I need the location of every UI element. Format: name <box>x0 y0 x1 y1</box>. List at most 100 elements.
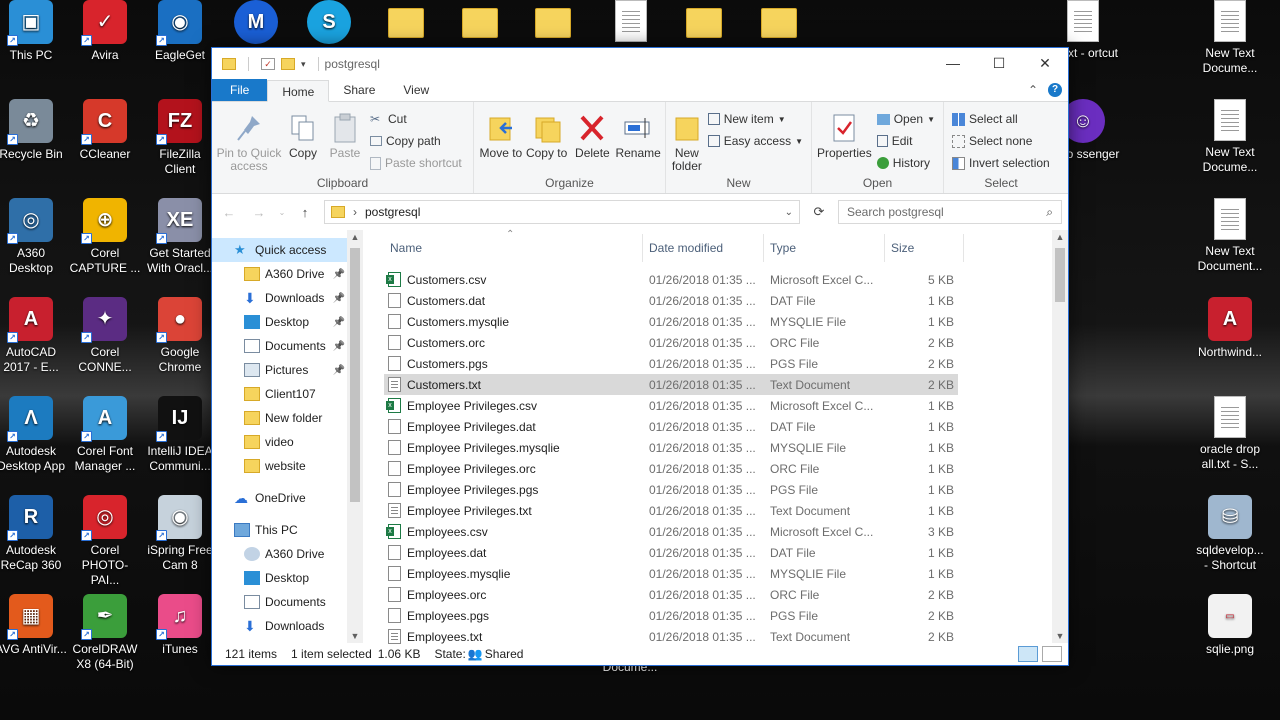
file-row[interactable]: Customers.mysqlie 01/26/2018 01:35 ... MYS… <box>384 311 958 332</box>
file-row[interactable]: Employees.csv 01/26/2018 01:35 ... Microso… <box>384 521 958 542</box>
desktop-icon[interactable]: R ↗ Autodesk ReCap 360 <box>0 495 68 573</box>
nav-item[interactable]: ☁ OneDrive <box>212 486 363 510</box>
help-icon[interactable]: ? <box>1048 83 1062 97</box>
desktop-icon[interactable]: C ↗ CCleaner <box>68 99 142 162</box>
address-bar[interactable]: › postgresql ⌄ <box>324 200 800 224</box>
desktop-icon[interactable]: New Text Document... <box>1193 198 1267 274</box>
up-arrow-icon[interactable]: ↑ <box>294 205 316 220</box>
nav-item[interactable]: Desktop <box>212 566 363 590</box>
select-none-button[interactable]: Select none <box>952 132 1050 150</box>
desktop-icon[interactable]: ✒ ↗ CorelDRAW X8 (64-Bit) <box>68 594 142 672</box>
recent-locations-icon[interactable]: ⌄ <box>278 208 286 217</box>
desktop-icon[interactable]: ⊕ ↗ Corel CAPTURE ... <box>68 198 142 276</box>
file-row[interactable]: Employee Privileges.txt 01/26/2018 01:35 … <box>384 500 958 521</box>
nav-item[interactable]: website <box>212 454 363 478</box>
address-dropdown-icon[interactable]: ⌄ <box>785 207 793 218</box>
scroll-down-icon[interactable]: ▼ <box>347 631 363 641</box>
edit-button[interactable]: Edit <box>876 132 935 150</box>
desktop-icon[interactable] <box>443 0 517 42</box>
refresh-icon[interactable]: ⟳ <box>808 204 830 220</box>
maximize-button[interactable]: ☐ <box>976 48 1022 78</box>
desktop-icon[interactable] <box>594 0 668 46</box>
tab-home[interactable]: Home <box>267 80 330 102</box>
history-button[interactable]: History <box>876 154 935 172</box>
breadcrumb[interactable]: postgresql <box>365 205 420 219</box>
file-row[interactable]: Employees.dat 01/26/2018 01:35 ... DAT Fil… <box>384 542 958 563</box>
nav-scrollbar[interactable]: ▲ ▼ <box>347 230 363 643</box>
list-scrollbar[interactable]: ▲ ▼ <box>1052 230 1068 643</box>
desktop-icon[interactable]: ◎ ↗ Corel PHOTO-PAI... <box>68 495 142 588</box>
minimize-button[interactable]: — <box>930 48 976 78</box>
nav-item[interactable]: Desktop 📌 <box>212 310 363 334</box>
open-button[interactable]: Open ▼ <box>876 110 935 128</box>
file-row[interactable]: Employee Privileges.orc 01/26/2018 01:35 … <box>384 458 958 479</box>
desktop-icon[interactable]: ▭ sqlie.png <box>1193 594 1267 657</box>
nav-item[interactable]: Client107 <box>212 382 363 406</box>
nav-item[interactable]: Pictures 📌 <box>212 358 363 382</box>
pin-icon[interactable]: 📌 <box>333 269 345 280</box>
desktop-icon[interactable]: ● ↗ Google Chrome <box>143 297 217 375</box>
tab-file[interactable]: File <box>212 79 268 101</box>
file-row[interactable]: Customers.dat 01/26/2018 01:35 ... DAT Fil… <box>384 290 958 311</box>
desktop-icon[interactable]: ♻ ↗ Recycle Bin <box>0 99 68 162</box>
scroll-down-icon[interactable]: ▼ <box>1052 631 1068 641</box>
nav-item[interactable]: ⬇ Downloads <box>212 614 363 638</box>
desktop-icon[interactable]: FZ ↗ FileZilla Client <box>143 99 217 177</box>
new-folder-qa-icon[interactable] <box>281 58 295 70</box>
customize-qa-icon[interactable]: ▾ <box>301 59 306 70</box>
properties-qa-icon[interactable]: ✓ <box>261 58 275 70</box>
desktop-icon[interactable]: A ↗ AutoCAD 2017 - E... <box>0 297 68 375</box>
cut-button[interactable]: ✂ Cut <box>370 110 462 128</box>
desktop-icon[interactable] <box>369 0 443 42</box>
file-row[interactable]: Customers.csv 01/26/2018 01:35 ... Microso… <box>384 269 958 290</box>
desktop-icon[interactable]: A ↗ Corel Font Manager ... <box>68 396 142 474</box>
column-size[interactable]: Size <box>885 241 963 255</box>
tab-view[interactable]: View <box>389 79 443 101</box>
copy-path-button[interactable]: Copy path <box>370 132 462 150</box>
file-row[interactable]: Employee Privileges.pgs 01/26/2018 01:35 … <box>384 479 958 500</box>
desktop-icon[interactable]: oracle drop all.txt - S... <box>1193 396 1267 472</box>
scroll-up-icon[interactable]: ▲ <box>347 232 363 242</box>
file-row[interactable]: Employee Privileges.mysqlie 01/26/2018 01… <box>384 437 958 458</box>
scroll-up-icon[interactable]: ▲ <box>1052 232 1068 242</box>
desktop-icon[interactable]: ✓ ↗ Avira <box>68 0 142 63</box>
desktop-icon[interactable]: New Text Docume... <box>1193 0 1267 76</box>
desktop-icon[interactable]: ◉ ↗ iSpring Free Cam 8 <box>143 495 217 573</box>
pin-icon[interactable]: 📌 <box>333 341 345 352</box>
desktop-icon[interactable]: S <box>292 0 366 48</box>
nav-item[interactable]: ★ Quick access <box>212 238 363 262</box>
desktop-icon[interactable]: New Text Docume... <box>1193 99 1267 175</box>
file-row[interactable]: Customers.orc 01/26/2018 01:35 ... ORC Fil… <box>384 332 958 353</box>
desktop-icon[interactable]: ▣ ↗ This PC <box>0 0 68 63</box>
file-row[interactable]: Employee Privileges.csv 01/26/2018 01:35 … <box>384 395 958 416</box>
select-all-button[interactable]: Select all <box>952 110 1050 128</box>
nav-item[interactable]: A360 Drive <box>212 542 363 566</box>
invert-selection-button[interactable]: Invert selection <box>952 154 1050 172</box>
close-button[interactable]: ✕ <box>1022 48 1068 78</box>
file-row[interactable]: Employee Privileges.dat 01/26/2018 01:35 … <box>384 416 958 437</box>
pin-icon[interactable]: 📌 <box>333 293 345 304</box>
list-scroll-thumb[interactable] <box>1055 248 1065 302</box>
column-date-modified[interactable]: Date modified <box>643 241 763 255</box>
expand-ribbon-icon[interactable]: ⌃ <box>1028 83 1038 97</box>
desktop-icon[interactable]: ◉ ↗ EagleGet <box>143 0 217 63</box>
file-row[interactable]: Customers.pgs 01/26/2018 01:35 ... PGS Fil… <box>384 353 958 374</box>
large-icons-view-icon[interactable] <box>1042 646 1062 662</box>
desktop-icon[interactable]: ⛁ sqldevelop... - Shortcut <box>1193 495 1267 573</box>
desktop-icon[interactable]: IJ ↗ IntelliJ IDEA Communi... <box>143 396 217 474</box>
nav-item[interactable]: A360 Drive 📌 <box>212 262 363 286</box>
desktop-icon[interactable]: A Northwind... <box>1193 297 1267 360</box>
column-name[interactable]: Name ⌃ <box>384 229 642 255</box>
tab-share[interactable]: Share <box>329 79 389 101</box>
nav-item[interactable]: ⬇ Downloads 📌 <box>212 286 363 310</box>
paste-shortcut-button[interactable]: Paste shortcut <box>370 154 462 172</box>
desktop-icon[interactable]: M <box>219 0 293 48</box>
nav-scroll-thumb[interactable] <box>350 248 360 502</box>
nav-item[interactable]: Documents <box>212 590 363 614</box>
search-input[interactable]: Search postgresql ⌕ <box>838 200 1062 224</box>
file-row[interactable]: Employees.mysqlie 01/26/2018 01:35 ... MYS… <box>384 563 958 584</box>
file-row[interactable]: Customers.txt 01/26/2018 01:35 ... Text Do… <box>384 374 958 395</box>
desktop-icon[interactable] <box>667 0 741 42</box>
nav-item[interactable]: video <box>212 430 363 454</box>
easy-access-button[interactable]: Easy access ▼ <box>707 132 803 150</box>
